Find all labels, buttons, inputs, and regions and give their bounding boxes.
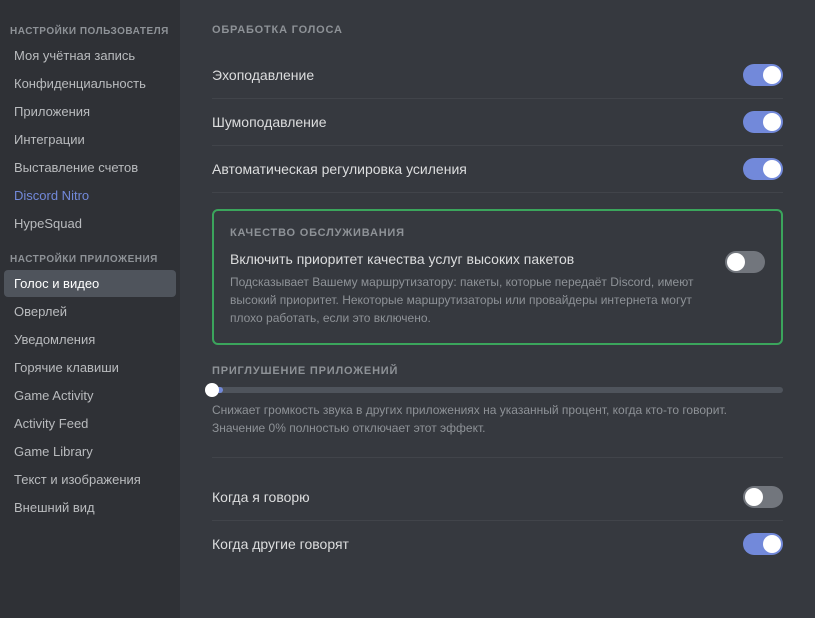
sidebar-item-discord-nitro[interactable]: Discord Nitro (4, 182, 176, 209)
echo-cancel-knob (763, 66, 781, 84)
sidebar-item-notifications[interactable]: Уведомления (4, 326, 176, 353)
qos-toggle[interactable] (725, 251, 765, 273)
sidebar-item-game-library[interactable]: Game Library (4, 438, 176, 465)
sidebar-item-hotkeys[interactable]: Горячие клавиши (4, 354, 176, 381)
voice-processing-header: ОБРАБОТКА ГОЛОСА (212, 24, 783, 36)
divider-1 (212, 457, 783, 458)
user-settings-label: НАСТРОЙКИ ПОЛЬЗОВАТЕЛЯ (0, 10, 180, 41)
sidebar: НАСТРОЙКИ ПОЛЬЗОВАТЕЛЯ Моя учётная запис… (0, 0, 180, 618)
sidebar-item-activity-feed[interactable]: Activity Feed (4, 410, 176, 437)
attenuation-header: ПРИГЛУШЕНИЕ ПРИЛОЖЕНИЙ (212, 365, 783, 377)
qos-box: КАЧЕСТВО ОБСЛУЖИВАНИЯ Включить приоритет… (212, 209, 783, 345)
main-content: ОБРАБОТКА ГОЛОСА Эхоподавление Шумоподав… (180, 0, 815, 618)
when-i-speak-knob (745, 488, 763, 506)
app-settings-label: НАСТРОЙКИ ПРИЛОЖЕНИЯ (0, 238, 180, 269)
when-others-speak-label: Когда другие говорят (212, 536, 349, 552)
sidebar-item-apps[interactable]: Приложения (4, 98, 176, 125)
slider-thumb (205, 383, 219, 397)
qos-knob (727, 253, 745, 271)
qos-title: Включить приоритет качества услуг высоки… (230, 251, 709, 267)
when-others-speak-knob (763, 535, 781, 553)
when-others-speak-row: Когда другие говорят (212, 521, 783, 567)
echo-cancel-toggle[interactable] (743, 64, 783, 86)
qos-header: КАЧЕСТВО ОБСЛУЖИВАНИЯ (230, 227, 765, 239)
sidebar-item-my-account[interactable]: Моя учётная запись (4, 42, 176, 69)
sidebar-item-integrations[interactable]: Интеграции (4, 126, 176, 153)
sidebar-item-overlay[interactable]: Оверлей (4, 298, 176, 325)
sidebar-item-privacy[interactable]: Конфиденциальность (4, 70, 176, 97)
echo-cancel-label: Эхоподавление (212, 67, 314, 83)
sidebar-item-voice-video[interactable]: Голос и видео (4, 270, 176, 297)
attenuation-section: ПРИГЛУШЕНИЕ ПРИЛОЖЕНИЙ Снижает громкость… (212, 365, 783, 437)
qos-text-block: Включить приоритет качества услуг высоки… (230, 251, 709, 327)
auto-gain-label: Автоматическая регулировка усиления (212, 161, 467, 177)
auto-gain-toggle[interactable] (743, 158, 783, 180)
qos-description: Подсказывает Вашему маршрутизатору: паке… (230, 273, 709, 327)
sidebar-item-appearance[interactable]: Внешний вид (4, 494, 176, 521)
qos-row: Включить приоритет качества услуг высоки… (230, 251, 765, 327)
attenuation-description: Снижает громкость звука в других приложе… (212, 401, 783, 437)
attenuation-slider[interactable] (212, 387, 783, 393)
auto-gain-row: Автоматическая регулировка усиления (212, 146, 783, 193)
when-i-speak-row: Когда я говорю (212, 474, 783, 521)
when-i-speak-label: Когда я говорю (212, 489, 310, 505)
noise-suppress-knob (763, 113, 781, 131)
sidebar-item-hypesquad[interactable]: HypeSquad (4, 210, 176, 237)
noise-suppress-toggle[interactable] (743, 111, 783, 133)
when-i-speak-toggle[interactable] (743, 486, 783, 508)
sidebar-item-billing[interactable]: Выставление счетов (4, 154, 176, 181)
sidebar-item-game-activity[interactable]: Game Activity (4, 382, 176, 409)
noise-suppress-label: Шумоподавление (212, 114, 327, 130)
sidebar-item-text-images[interactable]: Текст и изображения (4, 466, 176, 493)
auto-gain-knob (763, 160, 781, 178)
when-others-speak-toggle[interactable] (743, 533, 783, 555)
echo-cancel-row: Эхоподавление (212, 52, 783, 99)
noise-suppress-row: Шумоподавление (212, 99, 783, 146)
